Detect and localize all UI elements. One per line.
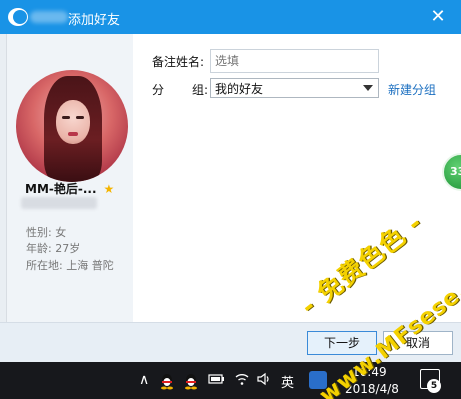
blurred-account bbox=[21, 197, 97, 209]
group-select-value: 我的好友 bbox=[215, 82, 264, 96]
notification-count-badge: 5 bbox=[427, 379, 441, 393]
note-name-label: 备注姓名: bbox=[152, 55, 205, 69]
blurred-region bbox=[30, 11, 68, 23]
dialog-body: MM-艳后-... ★ 性别: 女 年龄: 27岁 所在地: 上海 普陀 备注姓… bbox=[0, 34, 461, 362]
group-label-colon: 组: bbox=[192, 83, 209, 97]
title-bar[interactable]: 添加好友 ✕ bbox=[0, 0, 461, 34]
location-info: 所在地: 上海 普陀 bbox=[26, 259, 114, 272]
group-select[interactable]: 我的好友 bbox=[210, 78, 379, 98]
volume-icon[interactable] bbox=[256, 372, 272, 386]
window-title: 添加好友 bbox=[68, 13, 121, 28]
add-friend-screen: 添加好友 ✕ MM-艳后-... ★ 性别: 女 年龄: 27岁 所在地: 上海… bbox=[0, 0, 461, 399]
new-group-link[interactable]: 新建分组 bbox=[388, 81, 436, 98]
qq-penguin-icon-2[interactable] bbox=[183, 372, 199, 390]
group-label: 分 bbox=[152, 83, 165, 97]
qq-logo-icon bbox=[8, 8, 28, 26]
taskbar: ∧ 英 16:49 2018/4/8 5 bbox=[0, 362, 461, 399]
chevron-down-icon[interactable] bbox=[363, 85, 373, 91]
battery-icon[interactable] bbox=[208, 372, 226, 386]
gender-info: 性别: 女 bbox=[26, 226, 67, 239]
close-button[interactable]: ✕ bbox=[426, 5, 450, 29]
age-info: 年龄: 27岁 bbox=[26, 242, 81, 255]
nickname-row: MM-艳后-... ★ bbox=[25, 180, 114, 197]
wifi-icon[interactable] bbox=[234, 372, 250, 386]
background-window-edge bbox=[0, 34, 7, 334]
note-name-input[interactable] bbox=[210, 49, 379, 73]
nickname: MM-艳后-... bbox=[25, 182, 97, 196]
input-method-indicator[interactable]: 英 bbox=[281, 372, 294, 391]
tray-expand-icon[interactable]: ∧ bbox=[139, 372, 149, 388]
avatar bbox=[16, 70, 128, 182]
qq-penguin-icon[interactable] bbox=[159, 372, 175, 390]
profile-panel: MM-艳后-... ★ 性别: 女 年龄: 27岁 所在地: 上海 普陀 bbox=[7, 34, 133, 322]
star-icon: ★ bbox=[103, 181, 115, 196]
